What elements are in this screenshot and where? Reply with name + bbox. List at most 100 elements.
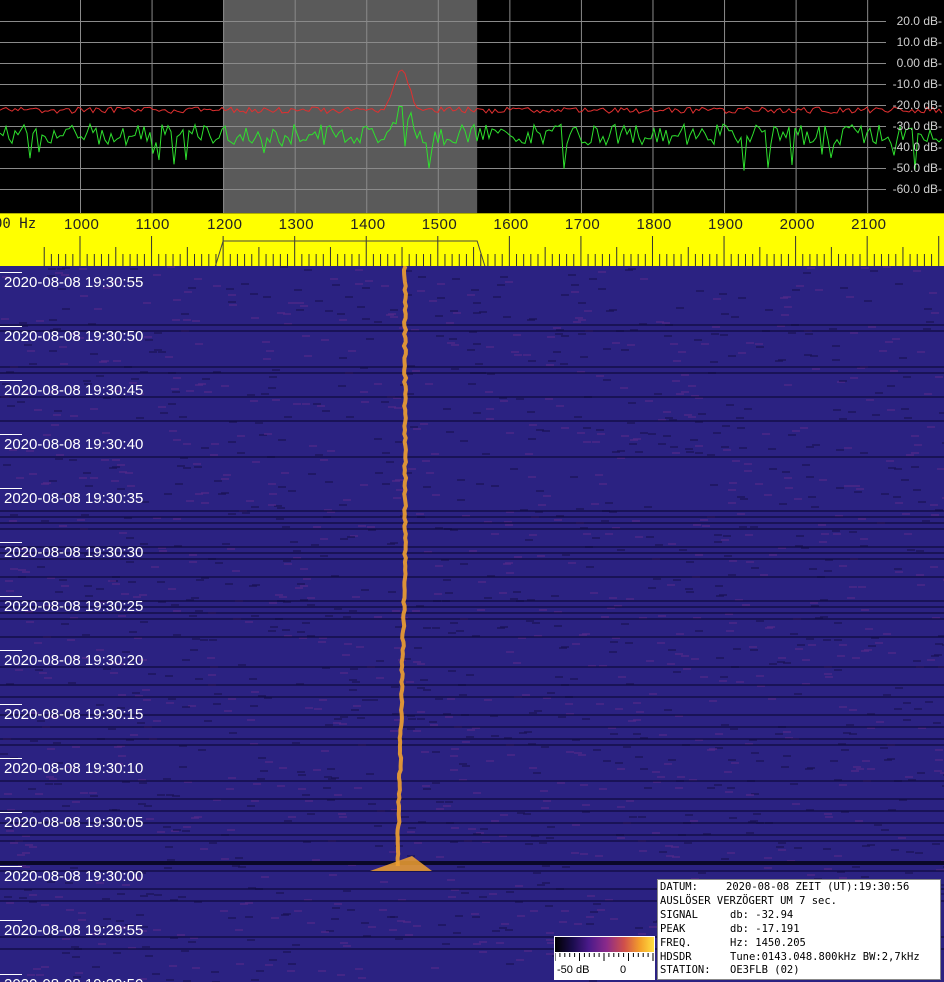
frequency-label: 1400: [350, 216, 386, 233]
noise-speckle: [198, 749, 206, 751]
noise-speckle: [183, 443, 191, 445]
noise-speckle: [308, 473, 316, 475]
noise-speckle: [824, 868, 832, 870]
noise-speckle: [580, 853, 588, 855]
noise-speckle: [413, 428, 421, 430]
noise-speckle: [571, 852, 579, 854]
noise-speckle: [784, 306, 792, 308]
noise-speckle: [917, 772, 925, 774]
noise-speckle: [894, 568, 902, 570]
noise-speckle: [55, 458, 63, 460]
noise-speckle: [34, 409, 42, 411]
noise-speckle: [414, 647, 422, 649]
noise-speckle: [144, 336, 152, 338]
noise-speckle: [496, 942, 504, 944]
noise-speckle: [4, 793, 12, 795]
noise-speckle: [227, 829, 235, 831]
noise-speckle: [339, 816, 347, 818]
noise-speckle: [139, 594, 147, 596]
noise-speckle: [178, 896, 186, 898]
noise-speckle: [117, 464, 125, 466]
noise-speckle: [448, 670, 456, 672]
noise-speckle: [132, 692, 140, 694]
noise-speckle: [673, 360, 681, 362]
noise-speckle: [506, 963, 514, 965]
noise-speckle: [596, 375, 604, 377]
noise-speckle: [27, 350, 35, 352]
noise-speckle: [201, 492, 209, 494]
noise-speckle: [562, 554, 570, 556]
fade-band: [0, 684, 944, 686]
timestamp-label: 2020-08-08 19:30:50: [4, 328, 144, 345]
noise-speckle: [625, 642, 633, 644]
timestamp-label: 2020-08-08 19:30:25: [4, 598, 144, 615]
noise-speckle: [342, 654, 350, 656]
noise-speckle: [321, 339, 329, 341]
noise-speckle: [864, 300, 872, 302]
noise-speckle: [755, 483, 763, 485]
noise-speckle: [778, 842, 786, 844]
noise-speckle: [251, 691, 259, 693]
noise-speckle: [599, 788, 607, 790]
noise-speckle: [221, 385, 229, 387]
noise-speckle: [72, 746, 80, 748]
noise-speckle: [522, 694, 530, 696]
noise-speckle: [663, 411, 671, 413]
noise-speckle: [603, 379, 611, 381]
noise-speckle: [300, 305, 308, 307]
noise-speckle: [514, 354, 522, 356]
noise-speckle: [430, 724, 438, 726]
noise-speckle: [824, 570, 832, 572]
spectrum-panel[interactable]: 20.0 dB- 10.0 dB- 0.00 dB- -10.0 dB- -20.0 d…: [0, 0, 944, 213]
noise-speckle: [769, 468, 777, 470]
timestamp-tick: [0, 704, 22, 705]
noise-speckle: [617, 837, 625, 839]
noise-speckle: [471, 289, 479, 291]
noise-speckle: [169, 965, 177, 967]
frequency-scale[interactable]: 00 Hz 1000 1100 1200 1300 1400 1500 1600 1700 18…: [0, 213, 944, 267]
noise-speckle: [529, 318, 537, 320]
frequency-unit-label: 00 Hz: [0, 216, 37, 232]
noise-speckle: [930, 504, 938, 506]
noise-speckle: [354, 787, 362, 789]
noise-speckle: [142, 689, 150, 691]
noise-speckle: [839, 644, 847, 646]
noise-speckle: [583, 427, 591, 429]
noise-speckle: [794, 498, 802, 500]
noise-speckle: [895, 571, 903, 573]
noise-speckle: [513, 334, 521, 336]
noise-speckle: [733, 648, 741, 650]
noise-speckle: [405, 934, 413, 936]
noise-speckle: [471, 913, 479, 915]
noise-speckle: [765, 627, 773, 629]
noise-speckle: [572, 824, 580, 826]
noise-speckle: [523, 354, 531, 356]
noise-speckle: [684, 414, 692, 416]
noise-speckle: [41, 520, 49, 522]
noise-speckle: [283, 913, 291, 915]
noise-speckle: [904, 533, 912, 535]
noise-speckle: [580, 356, 588, 358]
noise-speckle: [247, 719, 255, 721]
noise-speckle: [222, 543, 230, 545]
noise-speckle: [288, 963, 296, 965]
noise-speckle: [729, 622, 737, 624]
noise-speckle: [861, 650, 869, 652]
noise-speckle: [56, 454, 64, 456]
noise-speckle: [279, 767, 287, 769]
noise-speckle: [852, 866, 860, 868]
noise-speckle: [245, 916, 253, 918]
noise-speckle: [749, 646, 757, 648]
noise-speckle: [823, 639, 831, 641]
noise-speckle: [172, 319, 180, 321]
noise-speckle: [450, 622, 458, 624]
noise-speckle: [681, 655, 689, 657]
noise-speckle: [17, 401, 25, 403]
waterfall-display[interactable]: 2020-08-08 19:30:55 2020-08-08 19:30:50 20…: [0, 266, 944, 982]
noise-speckle: [80, 792, 88, 794]
noise-speckle: [348, 350, 356, 352]
noise-speckle: [296, 302, 304, 304]
noise-speckle: [571, 284, 579, 286]
timestamp-label: 2020-08-08 19:29:50: [4, 976, 143, 982]
noise-speckle: [890, 370, 898, 372]
